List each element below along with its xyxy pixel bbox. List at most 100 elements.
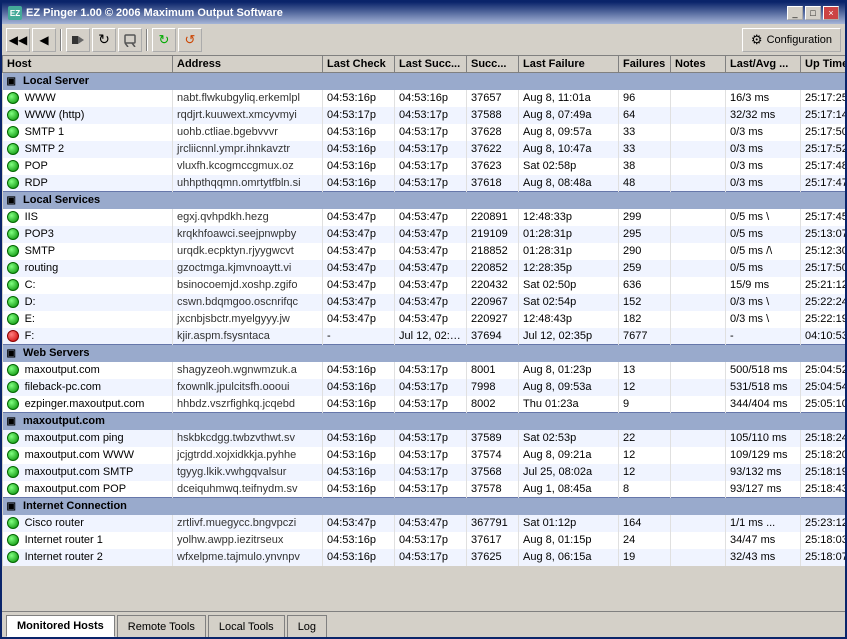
table-row[interactable]: SMTP 1 uohb.ctliae.bgebvvvr 04:53:16p 04…	[3, 124, 846, 141]
table-row[interactable]: F: kjir.aspm.fsysntaca - Jul 12, 02:08p …	[3, 328, 846, 345]
cell-address: dceiquhmwq.teifnydm.sv	[173, 481, 323, 498]
status-indicator	[7, 313, 19, 325]
tab-log[interactable]: Log	[287, 615, 327, 637]
status-indicator	[7, 432, 19, 444]
group-collapse-icon[interactable]: ▣	[7, 76, 16, 87]
cell-succ: 7998	[467, 379, 519, 396]
cell-notes	[671, 464, 726, 481]
cell-address: urqdk.ecpktyn.rjyygwcvt	[173, 243, 323, 260]
pause-button[interactable]: ↺	[178, 28, 202, 52]
table-row[interactable]: maxoutput.com shagyzeoh.wgnwmzuk.a 04:53…	[3, 362, 846, 379]
cell-lastsucc: 04:53:17p	[395, 447, 467, 464]
cell-lastfail: Sat 01:12p	[519, 515, 619, 532]
cell-lastcheck: 04:53:47p	[323, 277, 395, 294]
group-collapse-icon[interactable]: ▣	[7, 501, 16, 512]
table-wrapper[interactable]: Host Address Last Check Last Succ... Suc…	[2, 56, 845, 611]
status-indicator	[7, 160, 19, 172]
table-row[interactable]: WWW nabt.flwkubgyliq.erkemlpl 04:53:16p …	[3, 90, 846, 107]
col-header-lavg: Last/Avg ...	[726, 56, 801, 73]
back-back-button[interactable]: ◀◀	[6, 28, 30, 52]
table-row[interactable]: E: jxcnbjsbctr.myelgyyy.jw 04:53:47p 04:…	[3, 311, 846, 328]
cell-lavg: 109/129 ms	[726, 447, 801, 464]
cell-notes	[671, 396, 726, 413]
table-row[interactable]: POP3 krqkhfoawci.seejpnwpby 04:53:47p 04…	[3, 226, 846, 243]
cell-notes	[671, 362, 726, 379]
cell-failures: 13	[619, 362, 671, 379]
cell-lastfail: Aug 8, 11:01a	[519, 90, 619, 107]
host-name: RDP	[25, 177, 48, 189]
group-collapse-icon[interactable]: ▣	[7, 195, 16, 206]
toolbar-buttons: ◀◀ ◀ ↻ ↻ ↺	[6, 28, 202, 52]
cell-host: maxoutput.com WWW	[3, 447, 173, 464]
host-name: Internet router 2	[25, 551, 103, 563]
host-name: routing	[25, 262, 59, 274]
table-row[interactable]: Internet router 1 yolhw.awpp.iezitrseux …	[3, 532, 846, 549]
close-button[interactable]: ×	[823, 6, 839, 20]
status-indicator	[7, 551, 19, 563]
cell-failures: 48	[619, 175, 671, 192]
table-row[interactable]: fileback-pc.com fxownlk.jpulcitsfh.oooui…	[3, 379, 846, 396]
host-name: maxoutput.com POP	[25, 483, 127, 495]
refresh-button[interactable]: ↻	[92, 28, 116, 52]
cell-lavg: 0/3 ms	[726, 158, 801, 175]
cell-lavg: 0/3 ms	[726, 124, 801, 141]
table-row[interactable]: SMTP urqdk.ecpktyn.rjyygwcvt 04:53:47p 0…	[3, 243, 846, 260]
cell-notes	[671, 124, 726, 141]
cell-lastsucc: 04:53:47p	[395, 243, 467, 260]
table-row[interactable]: maxoutput.com POP dceiquhmwq.teifnydm.sv…	[3, 481, 846, 498]
info-button[interactable]	[118, 28, 142, 52]
table-row[interactable]: maxoutput.com WWW jcjgtrdd.xojxidkkja.py…	[3, 447, 846, 464]
host-name: Internet router 1	[25, 534, 103, 546]
host-name: maxoutput.com SMTP	[25, 466, 134, 478]
cell-host: SMTP 2	[3, 141, 173, 158]
minimize-button[interactable]: _	[787, 6, 803, 20]
cell-lastfail: Sat 02:54p	[519, 294, 619, 311]
cell-failures: 182	[619, 311, 671, 328]
tab-monitored-hosts[interactable]: Monitored Hosts	[6, 615, 115, 637]
table-row[interactable]: POP vluxfh.kcogmccgmux.oz 04:53:16p 04:5…	[3, 158, 846, 175]
cell-host: SMTP	[3, 243, 173, 260]
tab-log-label: Log	[298, 621, 316, 633]
cell-uptime: 25:18:43:07	[801, 481, 846, 498]
back-button[interactable]: ◀	[32, 28, 56, 52]
table-row[interactable]: maxoutput.com SMTP tgyyg.lkik.vwhgqvalsu…	[3, 464, 846, 481]
cell-lastcheck: 04:53:16p	[323, 379, 395, 396]
table-row[interactable]: Cisco router zrtlivf.muegycc.bngvpczi 04…	[3, 515, 846, 532]
cell-lastfail: 12:48:43p	[519, 311, 619, 328]
status-indicator	[7, 143, 19, 155]
group-header: ▣ maxoutput.com	[3, 413, 846, 430]
cell-notes	[671, 481, 726, 498]
cell-lastcheck: 04:53:16p	[323, 481, 395, 498]
stop-button[interactable]	[66, 28, 90, 52]
table-row[interactable]: RDP uhhpthqqmn.omrtytfbln.si 04:53:16p 0…	[3, 175, 846, 192]
table-row[interactable]: IIS egxj.qvhpdkh.hezg 04:53:47p 04:53:47…	[3, 209, 846, 226]
status-indicator	[7, 534, 19, 546]
refresh2-button[interactable]: ↻	[152, 28, 176, 52]
cell-lastcheck: 04:53:16p	[323, 532, 395, 549]
table-row[interactable]: D: cswn.bdqmgoo.oscnrifqc 04:53:47p 04:5…	[3, 294, 846, 311]
table-row[interactable]: SMTP 2 jrcliicnnl.ympr.ihnkavztr 04:53:1…	[3, 141, 846, 158]
table-row[interactable]: routing gzoctmga.kjmvnoaytt.vi 04:53:47p…	[3, 260, 846, 277]
cell-uptime: 25:05:10:59	[801, 396, 846, 413]
cell-notes	[671, 430, 726, 447]
cell-host: ezpinger.maxoutput.com	[3, 396, 173, 413]
cell-uptime: 25:18:20:33	[801, 447, 846, 464]
status-indicator	[7, 211, 19, 223]
table-row[interactable]: maxoutput.com ping hskbkcdgg.twbzvthwt.s…	[3, 430, 846, 447]
cell-lastsucc: 04:53:47p	[395, 294, 467, 311]
group-collapse-icon[interactable]: ▣	[7, 348, 16, 359]
cell-lastcheck: 04:53:16p	[323, 124, 395, 141]
cell-lastfail: Thu 01:23a	[519, 396, 619, 413]
cell-succ: 37623	[467, 158, 519, 175]
maximize-button[interactable]: □	[805, 6, 821, 20]
table-row[interactable]: ezpinger.maxoutput.com hhbdz.vszrfighkq.…	[3, 396, 846, 413]
configuration-button[interactable]: ⚙ Configuration	[742, 28, 841, 52]
group-collapse-icon[interactable]: ▣	[7, 416, 16, 427]
table-row[interactable]: WWW (http) rqdjrt.kuuwext.xmcyvmyi 04:53…	[3, 107, 846, 124]
table-row[interactable]: Internet router 2 wfxelpme.tajmulo.ynvnp…	[3, 549, 846, 566]
table-row[interactable]: C: bsinocoemjd.xoshp.zgifo 04:53:47p 04:…	[3, 277, 846, 294]
tab-local-tools[interactable]: Local Tools	[208, 615, 285, 637]
tab-remote-tools[interactable]: Remote Tools	[117, 615, 206, 637]
cell-lavg: 0/5 ms /\	[726, 243, 801, 260]
status-indicator	[7, 279, 19, 291]
